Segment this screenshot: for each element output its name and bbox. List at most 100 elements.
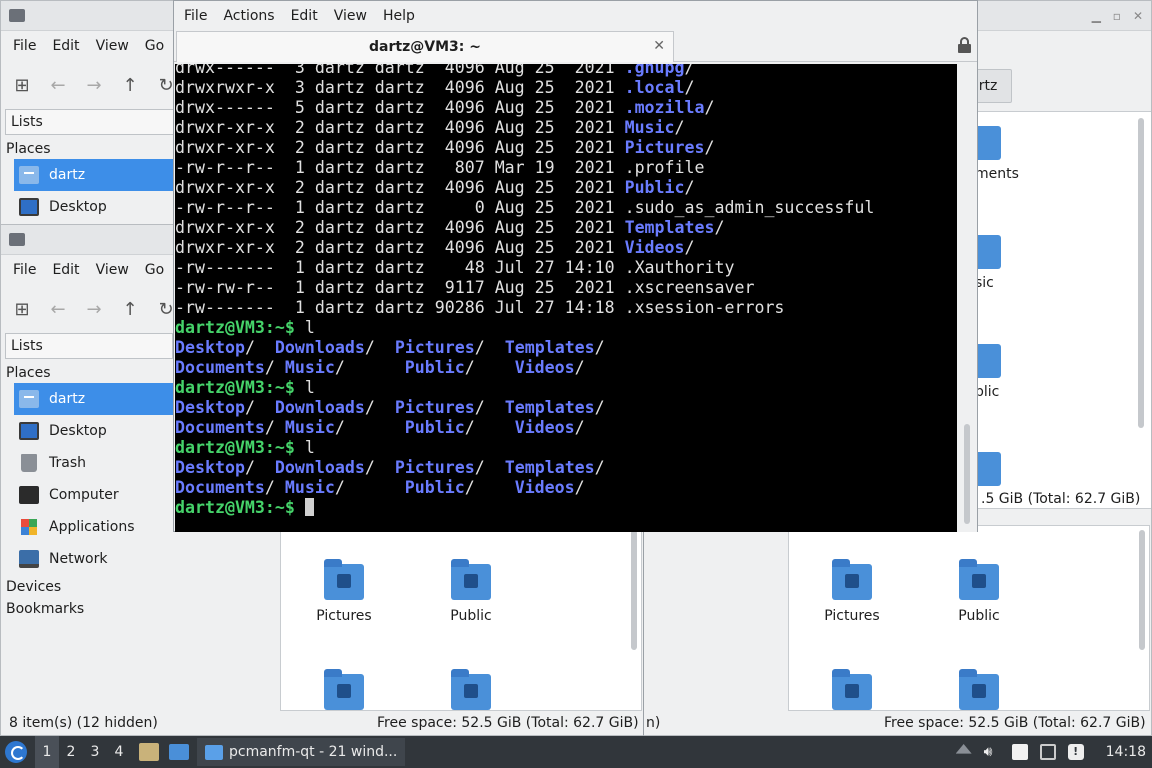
file-manager-titlebar[interactable] bbox=[1, 1, 179, 31]
sidebar-item-dartz[interactable]: dartz bbox=[14, 159, 179, 191]
vertical-scrollbar[interactable] bbox=[631, 530, 637, 650]
terminal-screen[interactable]: drwx------ 3 dartz dartz 4096 Aug 25 202… bbox=[175, 64, 957, 532]
command bbox=[295, 498, 305, 517]
folder-pictures[interactable]: Pictures bbox=[797, 559, 907, 624]
ls-dir-name: Videos bbox=[514, 418, 575, 437]
menu-edit[interactable]: Edit bbox=[44, 262, 87, 278]
new-tab-icon[interactable]: ⊞ bbox=[11, 298, 33, 320]
file-view-panel-top[interactable]: ments sic blic bbox=[974, 111, 1151, 509]
close-icon[interactable]: ✕ bbox=[1133, 9, 1143, 23]
listing-name: .mozilla bbox=[624, 98, 705, 117]
listing-name: Public bbox=[624, 178, 685, 197]
workspace-1[interactable]: 1 bbox=[35, 736, 59, 768]
ls-dir-name: Templates bbox=[504, 458, 595, 477]
ls-separator: / bbox=[364, 338, 395, 357]
lxqt-menu-icon[interactable] bbox=[5, 741, 27, 763]
menu-go[interactable]: Go bbox=[137, 38, 172, 54]
back-arrow-icon[interactable]: ← bbox=[47, 74, 69, 96]
listing-line: drwxr-xr-x 2 dartz dartz 4096 Aug 25 202… bbox=[175, 238, 957, 258]
folder-documents[interactable] bbox=[797, 669, 907, 710]
forward-arrow-icon[interactable]: → bbox=[83, 298, 105, 320]
folder-videos[interactable] bbox=[924, 669, 1034, 710]
folder-documents[interactable]: ments bbox=[975, 126, 1019, 182]
volume-icon[interactable]: 🔊︎ bbox=[984, 744, 1000, 760]
clipboard-icon[interactable] bbox=[1011, 744, 1028, 760]
menu-file[interactable]: File bbox=[176, 8, 215, 24]
up-arrow-icon[interactable]: ↑ bbox=[119, 74, 141, 96]
folder-music[interactable]: sic bbox=[975, 235, 1001, 291]
sidebar-item-desktop[interactable]: Desktop bbox=[1, 191, 179, 223]
vertical-scrollbar[interactable] bbox=[1139, 530, 1145, 650]
menu-view[interactable]: View bbox=[88, 38, 137, 54]
sidebar-item-computer[interactable]: Computer bbox=[1, 479, 177, 511]
listing-line: drwxr-xr-x 2 dartz dartz 4096 Aug 25 202… bbox=[175, 138, 957, 158]
network-tray-icon[interactable] bbox=[1039, 744, 1056, 760]
taskbar-task-pcmanfm[interactable]: pcmanfm-qt - 21 wind... bbox=[197, 738, 406, 766]
ls-separator: / bbox=[474, 338, 505, 357]
sidebar-item-dartz[interactable]: dartz bbox=[14, 383, 179, 415]
vertical-scrollbar[interactable] bbox=[1138, 118, 1144, 428]
menu-view[interactable]: View bbox=[326, 8, 375, 24]
scrollbar-thumb[interactable] bbox=[964, 424, 970, 524]
sidebar-item-desktop[interactable]: Desktop bbox=[1, 415, 177, 447]
folder-public[interactable]: Public bbox=[924, 559, 1034, 624]
menu-go[interactable]: Go bbox=[137, 262, 172, 278]
music-folder-icon bbox=[975, 235, 1001, 269]
menu-actions[interactable]: Actions bbox=[215, 8, 282, 24]
menu-file[interactable]: File bbox=[5, 262, 44, 278]
menu-help[interactable]: Help bbox=[375, 8, 423, 24]
menu-file[interactable]: File bbox=[5, 38, 44, 54]
prompt: dartz@VM3:~$ bbox=[175, 438, 295, 457]
folder-label: sic bbox=[975, 275, 994, 291]
ls-dir-name: Public bbox=[404, 358, 465, 377]
sidebar-view-select[interactable]: Lists bbox=[5, 109, 175, 135]
close-tab-icon[interactable]: ✕ bbox=[653, 38, 665, 54]
minimize-icon[interactable]: ▁ bbox=[1092, 9, 1101, 23]
command: l bbox=[294, 318, 315, 337]
applications-icon bbox=[21, 519, 37, 535]
command: l bbox=[294, 438, 315, 457]
folder-pictures[interactable]: Pictures bbox=[289, 559, 399, 624]
home-folder-icon bbox=[19, 390, 39, 408]
new-tab-icon[interactable]: ⊞ bbox=[11, 74, 33, 96]
bookmarks-heading[interactable]: Bookmarks bbox=[1, 597, 177, 619]
up-arrow-icon[interactable]: ↑ bbox=[119, 298, 141, 320]
menu-edit[interactable]: Edit bbox=[44, 38, 87, 54]
workspace-3[interactable]: 3 bbox=[83, 736, 107, 768]
folder-public[interactable]: blic bbox=[975, 344, 1001, 400]
show-desktop-icon[interactable] bbox=[169, 744, 189, 760]
terminal-output: drwx------ 3 dartz dartz 4096 Aug 25 202… bbox=[175, 64, 957, 518]
file-view-panel[interactable]: Pictures Public bbox=[280, 525, 642, 711]
back-arrow-icon[interactable]: ← bbox=[47, 298, 69, 320]
forward-arrow-icon[interactable]: → bbox=[83, 74, 105, 96]
documents-folder-icon bbox=[324, 669, 364, 710]
workspace-2[interactable]: 2 bbox=[59, 736, 83, 768]
sidebar-item-trash[interactable]: Trash bbox=[1, 447, 177, 479]
listing-name: Music bbox=[624, 118, 675, 137]
public-folder-icon bbox=[959, 559, 999, 600]
ls-dir-name: Pictures bbox=[394, 458, 475, 477]
sidebar-view-select[interactable]: Lists bbox=[5, 333, 173, 359]
ls-separator: / bbox=[474, 458, 505, 477]
trash-icon bbox=[21, 454, 37, 472]
folder-documents[interactable] bbox=[289, 669, 399, 710]
workspace-4[interactable]: 4 bbox=[107, 736, 131, 768]
eject-icon[interactable] bbox=[955, 744, 972, 754]
file-view-panel[interactable]: Pictures Public bbox=[788, 525, 1150, 711]
clock[interactable]: 14:18 bbox=[1106, 744, 1146, 760]
menu-edit[interactable]: Edit bbox=[283, 8, 326, 24]
menu-view[interactable]: View bbox=[88, 262, 137, 278]
folder-public[interactable]: Public bbox=[416, 559, 526, 624]
terminal-tab[interactable]: dartz@VM3: ~ ✕ bbox=[176, 31, 674, 62]
folder-videos[interactable] bbox=[975, 452, 1001, 486]
file-manager-launcher-icon[interactable] bbox=[139, 743, 159, 761]
devices-heading[interactable]: Devices bbox=[1, 575, 177, 597]
sidebar-item-applications[interactable]: Applications bbox=[1, 511, 177, 543]
maximize-icon[interactable]: ▫ bbox=[1113, 9, 1121, 23]
lock-icon[interactable] bbox=[958, 37, 971, 53]
sidebar-item-network[interactable]: Network bbox=[1, 543, 177, 575]
notification-icon[interactable]: ! bbox=[1067, 744, 1084, 760]
folder-videos[interactable] bbox=[416, 669, 526, 710]
terminal-scrollbar[interactable] bbox=[957, 64, 977, 532]
listing-meta: -rw------- 1 dartz dartz 48 Jul 27 14:10 bbox=[175, 258, 625, 277]
